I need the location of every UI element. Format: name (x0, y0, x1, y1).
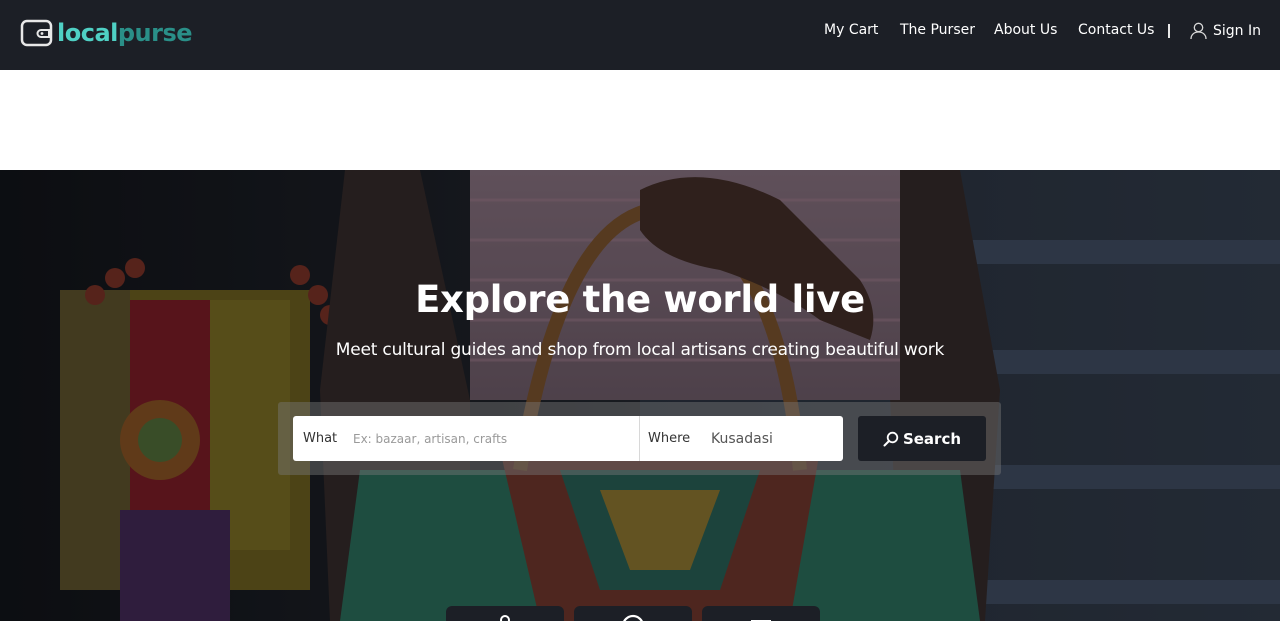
nav-my-cart[interactable]: My Cart (824, 22, 878, 44)
category-button-shop[interactable] (702, 606, 820, 621)
where-field[interactable]: Where (639, 416, 843, 461)
where-label: Where (648, 431, 691, 446)
sign-in-link[interactable]: Sign In (1190, 22, 1261, 40)
hero-section: Explore the world live Meet cultural gui… (0, 170, 1280, 621)
hero-title: Explore the world live (415, 278, 865, 321)
brand-name: localpurse (57, 19, 193, 47)
search-button-label: Search (902, 429, 962, 448)
nav-contact-us[interactable]: Contact Us (1078, 22, 1154, 44)
category-button-map[interactable] (446, 606, 564, 621)
shop-icon (749, 614, 773, 621)
nav-the-purser[interactable]: The Purser (900, 22, 975, 44)
logo[interactable]: localpurse (20, 16, 193, 50)
compass-icon (620, 614, 646, 621)
sign-in-label: Sign In (1213, 23, 1261, 39)
top-navbar: localpurse My Cart The Purser About Us C… (0, 0, 1280, 70)
what-input[interactable] (353, 424, 633, 454)
search-bar: What Where Search (278, 402, 1001, 475)
nav-divider (1168, 24, 1170, 38)
what-label: What (303, 431, 338, 446)
user-icon (1190, 22, 1207, 40)
category-button-compass[interactable] (574, 606, 692, 621)
wallet-icon (20, 19, 53, 47)
search-icon (883, 431, 899, 446)
hero-overlay (0, 170, 1280, 621)
hero-subtitle: Meet cultural guides and shop from local… (335, 340, 945, 360)
where-input[interactable] (711, 424, 839, 454)
what-field[interactable]: What (293, 416, 639, 461)
search-button[interactable]: Search (858, 416, 986, 461)
nav-about-us[interactable]: About Us (994, 22, 1057, 44)
map-pin-icon (496, 614, 514, 621)
